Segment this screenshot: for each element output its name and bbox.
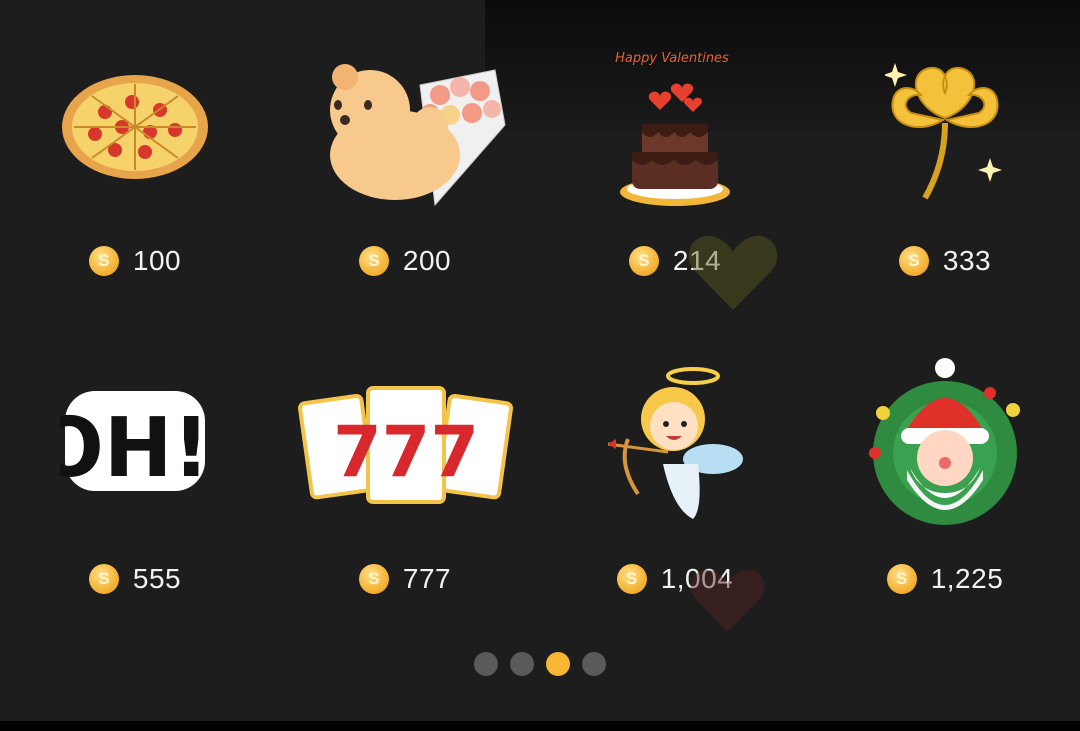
cake-text: Happy Valentines bbox=[615, 51, 729, 66]
page-dot[interactable] bbox=[510, 652, 534, 676]
bottom-bar bbox=[0, 721, 1080, 731]
pizza-icon bbox=[0, 0, 270, 215]
slot-777-icon: 777 bbox=[270, 318, 540, 533]
bear-bouquet-icon bbox=[270, 0, 540, 215]
heart-icon bbox=[688, 235, 778, 310]
price-value: 200 bbox=[402, 245, 452, 276]
gift-item-bear-bouquet[interactable]: 200 bbox=[270, 0, 540, 300]
gift-price: 777 bbox=[270, 560, 540, 598]
coin-icon bbox=[898, 246, 929, 276]
gift-price: 200 bbox=[270, 242, 540, 280]
coin-icon bbox=[88, 564, 119, 594]
price-value: 333 bbox=[942, 245, 992, 276]
cake-icon: Happy Valentines bbox=[540, 0, 810, 215]
page-dot[interactable] bbox=[474, 652, 498, 676]
coin-icon bbox=[616, 564, 647, 594]
coin-icon bbox=[886, 564, 917, 594]
santa-wreath-icon bbox=[810, 318, 1080, 533]
coin-icon bbox=[358, 564, 389, 594]
page-dot[interactable] bbox=[582, 652, 606, 676]
cupid-icon bbox=[540, 318, 810, 533]
gift-price: 1,225 bbox=[810, 560, 1080, 598]
page-dot-active[interactable] bbox=[546, 652, 570, 676]
clover-icon bbox=[810, 0, 1080, 215]
price-value: 100 bbox=[132, 245, 182, 276]
price-value: 777 bbox=[402, 563, 452, 594]
price-value: 1,225 bbox=[930, 563, 1004, 594]
coin-icon bbox=[628, 246, 659, 276]
gift-item-golden-clover[interactable]: 333 bbox=[810, 0, 1080, 300]
gift-price: 1,004 bbox=[540, 560, 810, 598]
gift-item-santa-wreath[interactable]: 1,225 bbox=[810, 318, 1080, 618]
gift-item-oh-sticker[interactable]: OH! 555 bbox=[0, 318, 270, 618]
price-value: 555 bbox=[132, 563, 182, 594]
slot-text: 777 bbox=[333, 411, 479, 493]
gift-item-slot-777[interactable]: 777 777 bbox=[270, 318, 540, 618]
gift-item-pizza[interactable]: 100 bbox=[0, 0, 270, 300]
gift-price: 100 bbox=[0, 242, 270, 280]
coin-icon bbox=[88, 246, 119, 276]
gift-price: 555 bbox=[0, 560, 270, 598]
coin-icon bbox=[358, 246, 389, 276]
page-indicator bbox=[0, 652, 1080, 676]
oh-text: OH! bbox=[60, 401, 210, 496]
oh-sticker-icon: OH! bbox=[0, 318, 270, 533]
gift-grid: 100 200 bbox=[0, 0, 1080, 640]
heart-icon bbox=[690, 569, 765, 632]
gift-item-cupid[interactable]: 1,004 bbox=[540, 318, 810, 618]
gift-price: 333 bbox=[810, 242, 1080, 280]
